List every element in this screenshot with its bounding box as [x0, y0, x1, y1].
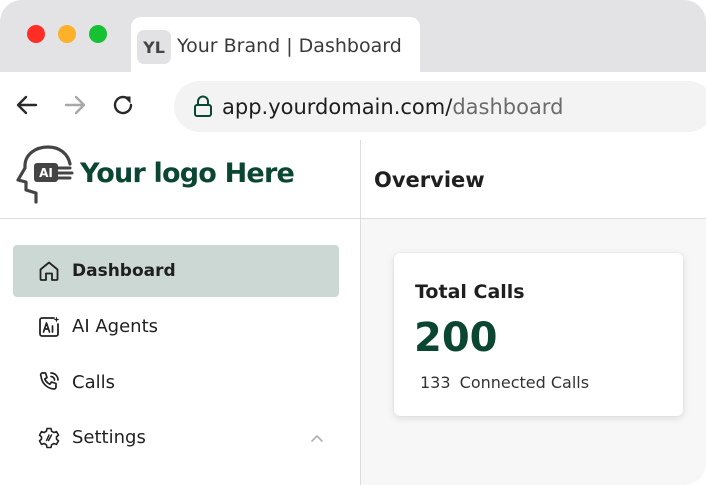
browser-tab[interactable]: YL Your Brand | Dashboard: [131, 17, 420, 75]
sidebar-item-label: Dashboard: [72, 261, 176, 281]
reload-icon[interactable]: [110, 92, 136, 118]
url-path: dashboard: [452, 95, 564, 119]
sidebar-item-ai-agents[interactable]: AI Agents: [13, 301, 339, 353]
home-icon: [39, 261, 59, 281]
card-title: Total Calls: [415, 281, 525, 303]
url-host: app.yourdomain.com/: [222, 95, 453, 119]
total-calls-card: Total Calls 200 133 Connected Calls: [394, 253, 683, 416]
lock-icon: [194, 95, 212, 117]
sidebar-item-label: AI Agents: [72, 316, 159, 337]
page-content: AI Your logo Here Dashboard AI Agents Ca…: [0, 140, 706, 485]
card-subtext: 133 Connected Calls: [420, 373, 589, 392]
ai-agent-icon: [39, 316, 60, 337]
connected-calls-label: Connected Calls: [459, 373, 590, 392]
sidebar-menu: Dashboard AI Agents Calls Settings: [13, 245, 339, 467]
phone-call-icon: [39, 372, 59, 390]
browser-titlebar: YL Your Brand | Dashboard: [0, 0, 706, 75]
sidebar-item-dashboard[interactable]: Dashboard: [13, 245, 339, 297]
svg-text:AI: AI: [39, 166, 53, 180]
gear-icon: [38, 427, 60, 448]
address-bar[interactable]: app.yourdomain.com/dashboard: [174, 81, 706, 132]
close-window-button[interactable]: [27, 25, 45, 43]
page-title: Overview: [374, 168, 485, 192]
back-arrow-icon[interactable]: [14, 92, 40, 118]
zoom-window-button[interactable]: [89, 25, 107, 43]
sidebar-item-calls[interactable]: Calls: [13, 356, 339, 408]
main-panel: Overview Total Calls 200 133 Connected C…: [361, 140, 706, 485]
logo-area: AI Your logo Here: [0, 140, 360, 219]
minimize-window-button[interactable]: [58, 25, 76, 43]
logo-text: Your logo Here: [80, 158, 295, 189]
tab-title: Your Brand | Dashboard: [177, 35, 402, 57]
ai-head-logo-icon: AI: [16, 145, 74, 204]
card-value: 200: [414, 315, 498, 361]
sidebar-item-label: Calls: [72, 371, 115, 393]
main-header: Overview: [361, 140, 706, 219]
browser-toolbar: app.yourdomain.com/dashboard: [0, 72, 706, 140]
sidebar-item-label: Settings: [72, 427, 146, 448]
browser-window: YL Your Brand | Dashboard app.yourdomain…: [0, 0, 706, 485]
forward-arrow-icon[interactable]: [62, 92, 88, 118]
sidebar-item-settings[interactable]: Settings: [13, 412, 339, 464]
sidebar: AI Your logo Here Dashboard AI Agents Ca…: [0, 140, 361, 485]
chevron-up-icon[interactable]: [309, 430, 325, 446]
connected-calls-count: 133: [420, 373, 451, 392]
tab-favicon: YL: [137, 30, 171, 64]
url-text: app.yourdomain.com/dashboard: [222, 95, 563, 119]
